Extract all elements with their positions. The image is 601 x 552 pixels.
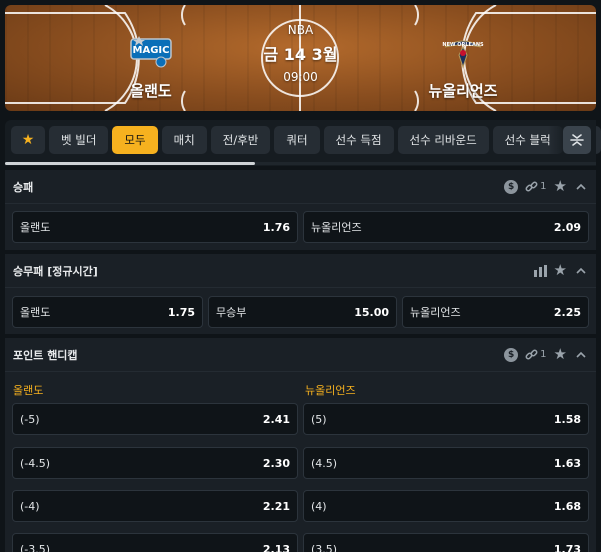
- odd-label: (4): [311, 499, 327, 513]
- odd-value: 2.09: [553, 220, 581, 234]
- odd-value: 1.58: [553, 412, 581, 426]
- collapse-arrows-icon: [570, 134, 584, 146]
- market-icons: $ 1 ★: [504, 347, 588, 362]
- link-icon: [525, 181, 538, 192]
- market-header[interactable]: 포인트 핸디캡 $ 1 ★: [5, 338, 596, 372]
- odd-button-home[interactable]: (-4) 2.21: [12, 490, 298, 522]
- odd-label: (-4): [20, 499, 40, 513]
- odd-value: 1.73: [553, 542, 581, 552]
- market-header[interactable]: 승패 $ 1 ★: [5, 170, 596, 204]
- market-handicap: 포인트 핸디캡 $ 1 ★ 올랜도 뉴올리언즈 (-5) 2.41 (5) 1.…: [5, 338, 596, 552]
- odd-value: 1.75: [167, 305, 195, 319]
- market-regulation: 승무패 [정규시간] ★ 올랜도 1.75 무승부 15.00 뉴올리언즈 2.…: [5, 254, 596, 334]
- new-orleans-pelicans-logo-icon: NEW ORLEANS: [442, 40, 484, 69]
- link-icon: [525, 349, 538, 360]
- stats-bars-icon[interactable]: [533, 264, 547, 277]
- market-title: 승패: [13, 180, 34, 194]
- same-game-link[interactable]: 1: [525, 348, 547, 361]
- tab-quarters[interactable]: 쿼터: [274, 126, 320, 154]
- odd-button-away[interactable]: (4) 1.68: [303, 490, 589, 522]
- odd-label: (-5): [20, 412, 40, 426]
- tabs-scrollbar[interactable]: [5, 162, 596, 165]
- odd-value: 2.30: [262, 456, 290, 470]
- odd-label: 뉴올리언즈: [410, 306, 461, 319]
- odd-value: 1.63: [553, 456, 581, 470]
- handicap-row: (-4.5) 2.30 (4.5) 1.63: [12, 447, 589, 479]
- odd-button-home[interactable]: (-4.5) 2.30: [12, 447, 298, 479]
- odd-button-draw[interactable]: 무승부 15.00: [208, 296, 397, 328]
- odd-label: (5): [311, 412, 327, 426]
- tab-match[interactable]: 매치: [161, 126, 207, 154]
- odd-value: 1.68: [553, 499, 581, 513]
- odd-button-away[interactable]: 뉴올리언즈 2.09: [303, 211, 589, 243]
- odd-button-away[interactable]: (5) 1.58: [303, 403, 589, 435]
- odd-button-home[interactable]: 올랜도 1.76: [12, 211, 298, 243]
- match-header: MAGIC 올랜도 NBA 금 14 3월 09:00 NEW ORLEANS …: [5, 5, 596, 111]
- odd-label: (-4.5): [20, 456, 51, 470]
- tab-player-rebounds[interactable]: 선수 리바운드: [397, 126, 489, 154]
- odd-button-away[interactable]: (3.5) 1.73: [303, 533, 589, 552]
- odd-button-home[interactable]: (-3.5) 2.13: [12, 533, 298, 552]
- market-tabs: ★ 벳 빌더 모두 매치 전/후반 쿼터 선수 득점 선수 리바운드 선수 블럭…: [5, 120, 601, 166]
- star-icon: ★: [21, 132, 35, 148]
- odd-button-home[interactable]: (-5) 2.41: [12, 403, 298, 435]
- odd-value: 2.41: [262, 412, 290, 426]
- odd-value: 2.25: [553, 305, 581, 319]
- odd-button-home[interactable]: 올랜도 1.75: [12, 296, 203, 328]
- odd-value: 1.76: [262, 220, 290, 234]
- link-count-text: 1: [540, 349, 547, 360]
- handicap-away-header: 뉴올리언즈: [305, 384, 356, 397]
- handicap-home-header: 올랜도: [13, 384, 44, 397]
- market-title: 포인트 핸디캡: [13, 348, 78, 362]
- chevron-up-icon[interactable]: [574, 264, 588, 278]
- odd-button-away[interactable]: 뉴올리언즈 2.25: [402, 296, 589, 328]
- odd-button-away[interactable]: (4.5) 1.63: [303, 447, 589, 479]
- tab-list: ★ 벳 빌더 모두 매치 전/후반 쿼터 선수 득점 선수 리바운드 선수 블럭…: [11, 126, 601, 154]
- odd-label: 올랜도: [20, 306, 51, 319]
- tab-all[interactable]: 모두: [112, 126, 158, 154]
- away-team[interactable]: NEW ORLEANS 뉴올리언즈: [393, 33, 533, 101]
- odd-label: (-3.5): [20, 542, 51, 552]
- chevron-up-icon[interactable]: [574, 180, 588, 194]
- favorite-star-icon[interactable]: ★: [554, 347, 567, 362]
- cashout-coin-icon: $: [504, 179, 519, 194]
- odd-label: 무승부: [216, 306, 247, 319]
- handicap-row: (-4) 2.21 (4) 1.68: [12, 490, 589, 522]
- moneyline-odds: 올랜도 1.76 뉴올리언즈 2.09: [12, 211, 589, 243]
- market-icons: $ 1 ★: [504, 179, 588, 194]
- favorite-star-icon[interactable]: ★: [554, 263, 567, 278]
- odd-label: 올랜도: [20, 221, 51, 234]
- odd-value: 15.00: [354, 305, 389, 319]
- market-header[interactable]: 승무패 [정규시간] ★: [5, 254, 596, 288]
- market-moneyline: 승패 $ 1 ★ 올랜도 1.76 뉴올리언즈 2.09: [5, 170, 596, 250]
- tab-bet-builder[interactable]: 벳 빌더: [49, 126, 109, 154]
- odd-label: (4.5): [311, 456, 338, 470]
- tab-player-points[interactable]: 선수 득점: [323, 126, 394, 154]
- tab-halves[interactable]: 전/후반: [210, 126, 271, 154]
- odd-label: (3.5): [311, 542, 338, 552]
- handicap-row: (-3.5) 2.13 (3.5) 1.73: [12, 533, 589, 552]
- tabs-scrollbar-thumb[interactable]: [5, 162, 255, 165]
- link-count-text: 1: [540, 181, 547, 192]
- tab-favorites[interactable]: ★: [11, 126, 45, 154]
- odd-value: 2.21: [262, 499, 290, 513]
- away-team-name: 뉴올리언즈: [428, 83, 498, 100]
- market-icons: ★: [533, 263, 588, 278]
- collapse-all-button[interactable]: [563, 126, 591, 154]
- regulation-odds: 올랜도 1.75 무승부 15.00 뉴올리언즈 2.25: [12, 296, 589, 328]
- market-title: 승무패 [정규시간]: [13, 264, 98, 278]
- cashout-coin-icon: $: [504, 347, 519, 362]
- handicap-row: (-5) 2.41 (5) 1.58: [12, 403, 589, 435]
- favorite-star-icon[interactable]: ★: [554, 179, 567, 194]
- chevron-up-icon[interactable]: [574, 348, 588, 362]
- same-game-link[interactable]: 1: [525, 180, 547, 193]
- odd-label: 뉴올리언즈: [311, 221, 362, 234]
- odd-value: 2.13: [262, 542, 290, 552]
